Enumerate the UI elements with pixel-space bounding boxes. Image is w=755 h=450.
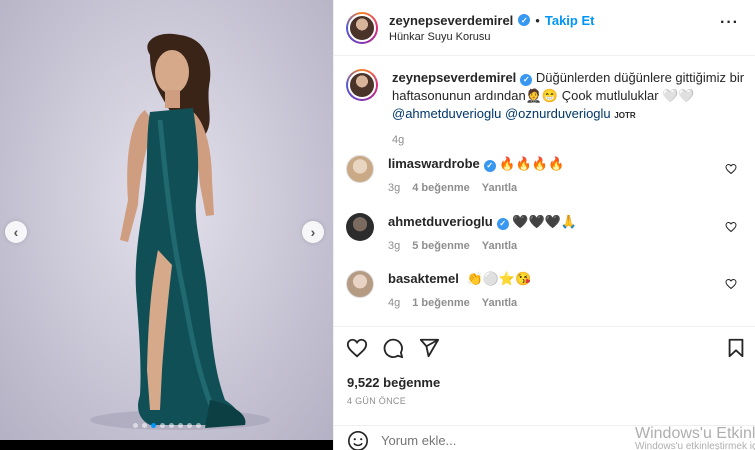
comment-like-count[interactable]: 1 beğenme xyxy=(412,294,469,312)
location-link[interactable]: Hünkar Suyu Korusu xyxy=(389,31,594,43)
caption: zeynepseverdemirel ✓ Düğünlerden düğünler… xyxy=(346,69,746,149)
carousel-dot xyxy=(195,423,201,428)
follow-button[interactable]: Takip Et xyxy=(545,13,595,28)
post-panel: zeynepseverdemirel ✓ • Takip Et Hünkar S… xyxy=(333,0,755,450)
comment-line: limaswardrobe ✓ 🔥🔥🔥🔥 xyxy=(388,155,746,173)
caption-text-block: zeynepseverdemirel ✓ Düğünlerden düğünler… xyxy=(392,69,746,125)
more-options-icon[interactable]: ··· xyxy=(720,14,739,32)
commenter-username[interactable]: basaktemel xyxy=(388,271,459,286)
carousel-dot xyxy=(159,423,165,428)
verified-badge-icon: ✓ xyxy=(496,218,509,230)
comment-text: 🔥🔥🔥🔥 xyxy=(499,156,565,171)
reply-button[interactable]: Yanıtla xyxy=(482,237,517,255)
verified-badge-icon: ✓ xyxy=(520,74,533,86)
caption-avatar[interactable] xyxy=(346,69,378,101)
author-username[interactable]: zeynepseverdemirel xyxy=(389,13,513,28)
comment-age: 4g xyxy=(388,297,401,309)
reply-button[interactable]: Yanıtla xyxy=(482,179,517,197)
commenter-username[interactable]: ahmetduverioglu xyxy=(388,214,493,229)
commenter-avatar[interactable] xyxy=(346,155,374,183)
next-image-button[interactable]: › xyxy=(302,221,324,243)
carousel-dot xyxy=(141,423,147,428)
comment-age: 3g xyxy=(388,240,401,252)
carousel-dot xyxy=(150,423,156,428)
mention-link[interactable]: @ahmetduverioglu xyxy=(392,106,501,121)
post-header: zeynepseverdemirel ✓ • Takip Et Hünkar S… xyxy=(334,0,755,56)
comment-line: basaktemel 👏⚪⭐😘 xyxy=(388,270,746,288)
comment-item: ahmetduverioglu ✓ 🖤🖤🖤🙏 3g 5 beğenme Yanıt… xyxy=(346,213,746,255)
watermark-line1: Windows'u Etkinl xyxy=(635,426,755,442)
comment-text: 👏⚪⭐😘 xyxy=(466,271,532,286)
mention-link[interactable]: @oznurduverioglu xyxy=(505,106,611,121)
watermark-line2: Windows'u etkinleştirmek için Ayarlar'a … xyxy=(635,441,755,450)
like-comment-heart-icon[interactable] xyxy=(725,278,737,290)
comment-meta: 3g 4 beğenme Yanıtla xyxy=(388,179,746,197)
share-send-icon[interactable] xyxy=(418,337,440,359)
comment-meta: 3g 5 beğenme Yanıtla xyxy=(388,237,746,255)
comment-item: limaswardrobe ✓ 🔥🔥🔥🔥 3g 4 beğenme Yanıtla xyxy=(346,155,746,197)
caption-username[interactable]: zeynepseverdemirel xyxy=(392,70,516,85)
comment-line: ahmetduverioglu ✓ 🖤🖤🖤🙏 xyxy=(388,213,746,231)
comment-bubble-icon[interactable] xyxy=(382,337,404,359)
post-timestamp: 4 GÜN ÖNCE xyxy=(347,396,407,406)
comment-body: basaktemel 👏⚪⭐😘 4g 1 beğenme Yanıtla xyxy=(388,270,746,312)
post-photo xyxy=(0,0,333,440)
like-comment-heart-icon[interactable] xyxy=(725,163,737,175)
comment-text: 🖤🖤🖤🙏 xyxy=(512,214,578,229)
comment-body: limaswardrobe ✓ 🔥🔥🔥🔥 3g 4 beğenme Yanıtla xyxy=(388,155,746,197)
save-bookmark-container xyxy=(725,337,747,362)
comment-item: basaktemel 👏⚪⭐😘 4g 1 beğenme Yanıtla xyxy=(346,270,746,312)
emoji-smile-icon[interactable] xyxy=(347,430,369,450)
verified-badge-icon: ✓ xyxy=(483,160,496,172)
like-heart-icon[interactable] xyxy=(346,337,368,359)
comment-input[interactable] xyxy=(381,433,581,448)
windows-activation-watermark: Windows'u Etkinl Windows'u etkinleştirme… xyxy=(635,426,755,450)
separator: • xyxy=(535,12,540,28)
photo-illustration xyxy=(90,33,270,430)
verified-badge-icon: ✓ xyxy=(518,14,531,26)
caption-body: zeynepseverdemirel ✓ Düğünlerden düğünler… xyxy=(392,69,746,149)
previous-image-button[interactable]: ‹ xyxy=(5,221,27,243)
commenter-avatar[interactable] xyxy=(346,213,374,241)
carousel-dot xyxy=(177,423,183,428)
reply-button[interactable]: Yanıtla xyxy=(482,294,517,312)
comments-section: zeynepseverdemirel ✓ Düğünlerden düğünler… xyxy=(334,57,755,325)
like-count[interactable]: 9,522 beğenme xyxy=(347,375,440,390)
bookmark-icon[interactable] xyxy=(725,337,747,359)
carousel-indicator xyxy=(0,423,333,428)
carousel-dot xyxy=(186,423,192,428)
comment-meta: 4g 1 beğenme Yanıtla xyxy=(388,294,746,312)
comment-like-count[interactable]: 4 beğenme xyxy=(412,179,469,197)
like-comment-heart-icon[interactable] xyxy=(725,221,737,233)
carousel-dot xyxy=(168,423,174,428)
post-media: ‹ › xyxy=(0,0,333,450)
comment-like-count[interactable]: 5 beğenme xyxy=(412,237,469,255)
caption-age: 4g xyxy=(392,134,405,146)
caption-meta: 4g xyxy=(392,131,746,149)
author-avatar[interactable] xyxy=(346,11,378,44)
comment-age: 3g xyxy=(388,182,401,194)
carousel-dot xyxy=(132,423,138,428)
header-text: zeynepseverdemirel ✓ • Takip Et Hünkar S… xyxy=(389,13,594,43)
comment-body: ahmetduverioglu ✓ 🖤🖤🖤🙏 3g 5 beğenme Yanıt… xyxy=(388,213,746,255)
commenter-username[interactable]: limaswardrobe xyxy=(388,156,480,171)
caption-suffix: JOTR xyxy=(614,111,636,120)
header-row: zeynepseverdemirel ✓ • Takip Et xyxy=(389,13,594,28)
action-icons xyxy=(346,337,440,359)
commenter-avatar[interactable] xyxy=(346,270,374,298)
